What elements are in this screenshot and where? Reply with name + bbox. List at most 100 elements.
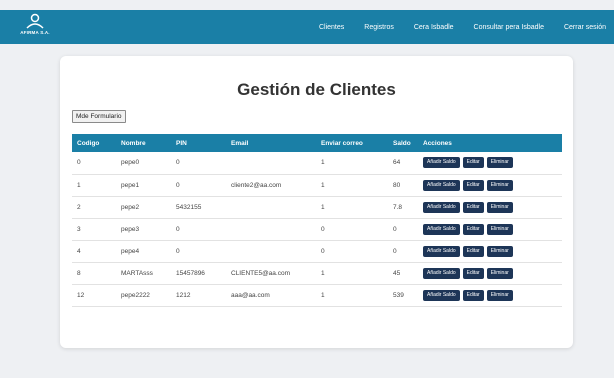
delete-button[interactable]: Eliminar: [486, 179, 513, 191]
add-balance-button[interactable]: Añadir Saldo: [423, 201, 460, 213]
delete-button[interactable]: Eliminar: [486, 223, 513, 235]
add-balance-button[interactable]: Añadir Saldo: [423, 245, 460, 257]
cell-saldo: 0: [388, 218, 418, 241]
cell-acciones: Añadir Saldo Editar Eliminar: [418, 152, 562, 175]
delete-button[interactable]: Eliminar: [486, 201, 513, 213]
delete-button[interactable]: Eliminar: [486, 245, 513, 257]
cell-saldo: 64: [388, 152, 418, 175]
cell-codigo: 4: [72, 240, 116, 263]
table-row: 8 MARTAsss 15457896 CLIENTE5@aa.com 1 45 Añadi…: [72, 262, 562, 285]
table-row: 4 pepe4 0 0 0 Añadir Saldo Editar Eliminar: [72, 240, 562, 263]
edit-button[interactable]: Editar: [462, 201, 484, 213]
cell-codigo: 1: [72, 174, 116, 197]
header-email: Email: [226, 134, 316, 152]
cell-nombre: pepe1: [116, 174, 171, 197]
row-actions: Añadir Saldo Editar Eliminar: [423, 201, 557, 213]
top-navbar: AFIRMA S.A. Clientes Registros Cera Isba…: [0, 10, 614, 44]
cell-enviar-correo: 1: [316, 284, 388, 307]
table-row: 12 pepe2222 1212 aaa@aa.com 1 539 Añadir Saldo…: [72, 284, 562, 307]
nav-clientes[interactable]: Clientes: [319, 24, 344, 31]
cell-codigo: 8: [72, 262, 116, 285]
page-title: Gestión de Clientes: [237, 80, 396, 99]
cell-acciones: Añadir Saldo Editar Eliminar: [418, 284, 562, 307]
add-balance-button[interactable]: Añadir Saldo: [423, 179, 460, 191]
cell-enviar-correo: 1: [316, 174, 388, 197]
brand-logo[interactable]: AFIRMA S.A.: [18, 13, 52, 41]
add-balance-button[interactable]: Añadir Saldo: [423, 157, 460, 169]
header-codigo: Codigo: [72, 134, 116, 152]
nav-registros[interactable]: Registros: [364, 24, 394, 31]
cell-codigo: 12: [72, 284, 116, 307]
cell-acciones: Añadir Saldo Editar Eliminar: [418, 240, 562, 263]
cell-pin: 0: [171, 152, 226, 175]
cell-acciones: Añadir Saldo Editar Eliminar: [418, 196, 562, 219]
table-row: 2 pepe2 5432155 1 7.8 Añadir Saldo Editar Elimi…: [72, 196, 562, 219]
row-actions: Añadir Saldo Editar Eliminar: [423, 289, 557, 301]
delete-button[interactable]: Eliminar: [486, 157, 513, 169]
cell-nombre: pepe0: [116, 152, 171, 175]
person-logo-icon: [26, 13, 44, 29]
cell-enviar-correo: 0: [316, 218, 388, 241]
cell-email: [226, 240, 316, 263]
cell-email: [226, 196, 316, 219]
cell-email: CLIENTE5@aa.com: [226, 262, 316, 285]
row-actions: Añadir Saldo Editar Eliminar: [423, 179, 557, 191]
cell-nombre: MARTAsss: [116, 262, 171, 285]
nav-consultar[interactable]: Consultar pera Isbadle: [474, 24, 544, 31]
cell-nombre: pepe2222: [116, 284, 171, 307]
cell-pin: 0: [171, 218, 226, 241]
toggle-form-button[interactable]: Mde Formulario: [72, 110, 126, 123]
cell-nombre: pepe3: [116, 218, 171, 241]
delete-button[interactable]: Eliminar: [486, 289, 513, 301]
add-balance-button[interactable]: Añadir Saldo: [423, 289, 460, 301]
cell-saldo: 0: [388, 240, 418, 263]
nav-cerrar-sesion[interactable]: Cerrar sesión: [564, 24, 606, 31]
cell-acciones: Añadir Saldo Editar Eliminar: [418, 262, 562, 285]
cell-enviar-correo: 0: [316, 240, 388, 263]
cell-codigo: 3: [72, 218, 116, 241]
edit-button[interactable]: Editar: [462, 267, 484, 279]
cell-codigo: 2: [72, 196, 116, 219]
edit-button[interactable]: Editar: [462, 289, 484, 301]
brand-name: AFIRMA S.A.: [20, 30, 50, 35]
cell-acciones: Añadir Saldo Editar Eliminar: [418, 174, 562, 197]
cell-pin: 5432155: [171, 196, 226, 219]
table-header-row: Codigo Nombre PIN Email Enviar correo Sa…: [72, 134, 562, 152]
edit-button[interactable]: Editar: [462, 223, 484, 235]
cell-pin: 15457896: [171, 262, 226, 285]
cell-nombre: pepe2: [116, 196, 171, 219]
cell-codigo: 0: [72, 152, 116, 175]
delete-button[interactable]: Eliminar: [486, 267, 513, 279]
cell-enviar-correo: 1: [316, 196, 388, 219]
cell-pin: 0: [171, 174, 226, 197]
header-enviar-correo: Enviar correo: [316, 134, 388, 152]
cell-saldo: 45: [388, 262, 418, 285]
nav-links: Clientes Registros Cera Isbadle Consulta…: [299, 10, 606, 44]
edit-button[interactable]: Editar: [462, 245, 484, 257]
table-row: 0 pepe0 0 1 64 Añadir Saldo Editar Eliminar: [72, 152, 562, 175]
clients-table: Codigo Nombre PIN Email Enviar correo Sa…: [72, 134, 562, 307]
cell-enviar-correo: 1: [316, 262, 388, 285]
cell-saldo: 539: [388, 284, 418, 307]
cell-acciones: Añadir Saldo Editar Eliminar: [418, 218, 562, 241]
row-actions: Añadir Saldo Editar Eliminar: [423, 245, 557, 257]
header-nombre: Nombre: [116, 134, 171, 152]
cell-email: [226, 218, 316, 241]
table-body: 0 pepe0 0 1 64 Añadir Saldo Editar Eliminar 1 pep…: [72, 152, 562, 307]
cell-email: cliente2@aa.com: [226, 174, 316, 197]
clients-card: Gestión de Clientes Mde Formulario Codig…: [60, 56, 573, 348]
header-saldo: Saldo: [388, 134, 418, 152]
table-row: 1 pepe1 0 cliente2@aa.com 1 80 Añadir Saldo Edi…: [72, 174, 562, 197]
cell-pin: 0: [171, 240, 226, 263]
edit-button[interactable]: Editar: [462, 179, 484, 191]
row-actions: Añadir Saldo Editar Eliminar: [423, 157, 557, 169]
table-row: 3 pepe3 0 0 0 Añadir Saldo Editar Eliminar: [72, 218, 562, 241]
add-balance-button[interactable]: Añadir Saldo: [423, 267, 460, 279]
cell-saldo: 80: [388, 174, 418, 197]
add-balance-button[interactable]: Añadir Saldo: [423, 223, 460, 235]
cell-nombre: pepe4: [116, 240, 171, 263]
nav-cera-isbadle[interactable]: Cera Isbadle: [414, 24, 454, 31]
row-actions: Añadir Saldo Editar Eliminar: [423, 267, 557, 279]
edit-button[interactable]: Editar: [462, 157, 484, 169]
cell-saldo: 7.8: [388, 196, 418, 219]
